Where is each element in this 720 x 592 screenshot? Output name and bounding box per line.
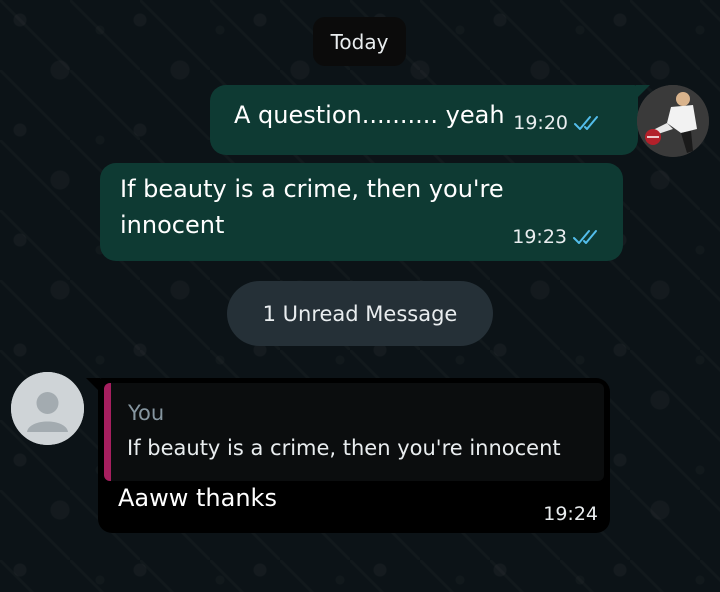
- message-text: Aaww thanks: [118, 484, 277, 512]
- message-time: 19:23: [512, 226, 567, 248]
- unread-divider: 1 Unread Message: [227, 281, 493, 346]
- outgoing-message[interactable]: If beauty is a crime, then you're innoce…: [100, 163, 623, 261]
- date-divider: Today: [313, 17, 406, 66]
- unread-divider-label: 1 Unread Message: [262, 301, 458, 326]
- message-meta: 19:23: [512, 226, 603, 248]
- message-text: A question.......... yeah: [234, 101, 505, 129]
- quoted-author: You: [128, 401, 165, 425]
- message-time: 19:20: [513, 112, 568, 134]
- contact-avatar[interactable]: [11, 372, 84, 445]
- outgoing-message[interactable]: A question.......... yeah 19:20: [210, 85, 650, 155]
- double-check-read-icon: [574, 116, 598, 130]
- double-check-read-icon: [573, 230, 597, 244]
- bubble-tail: [86, 378, 100, 392]
- sender-avatar[interactable]: [637, 85, 709, 157]
- date-divider-label: Today: [330, 29, 389, 54]
- quoted-reply[interactable]: You If beauty is a crime, then you're in…: [104, 383, 604, 481]
- message-text: If beauty is a crime, then you're innoce…: [120, 175, 504, 239]
- default-person-icon: [11, 372, 84, 445]
- avatar-photo-image: [637, 85, 709, 157]
- quote-accent-bar: [104, 383, 111, 481]
- message-meta: 19:20: [513, 112, 604, 134]
- message-time: 19:24: [543, 503, 598, 525]
- incoming-message[interactable]: You If beauty is a crime, then you're in…: [86, 378, 610, 533]
- quoted-text: If beauty is a crime, then you're innoce…: [127, 436, 561, 460]
